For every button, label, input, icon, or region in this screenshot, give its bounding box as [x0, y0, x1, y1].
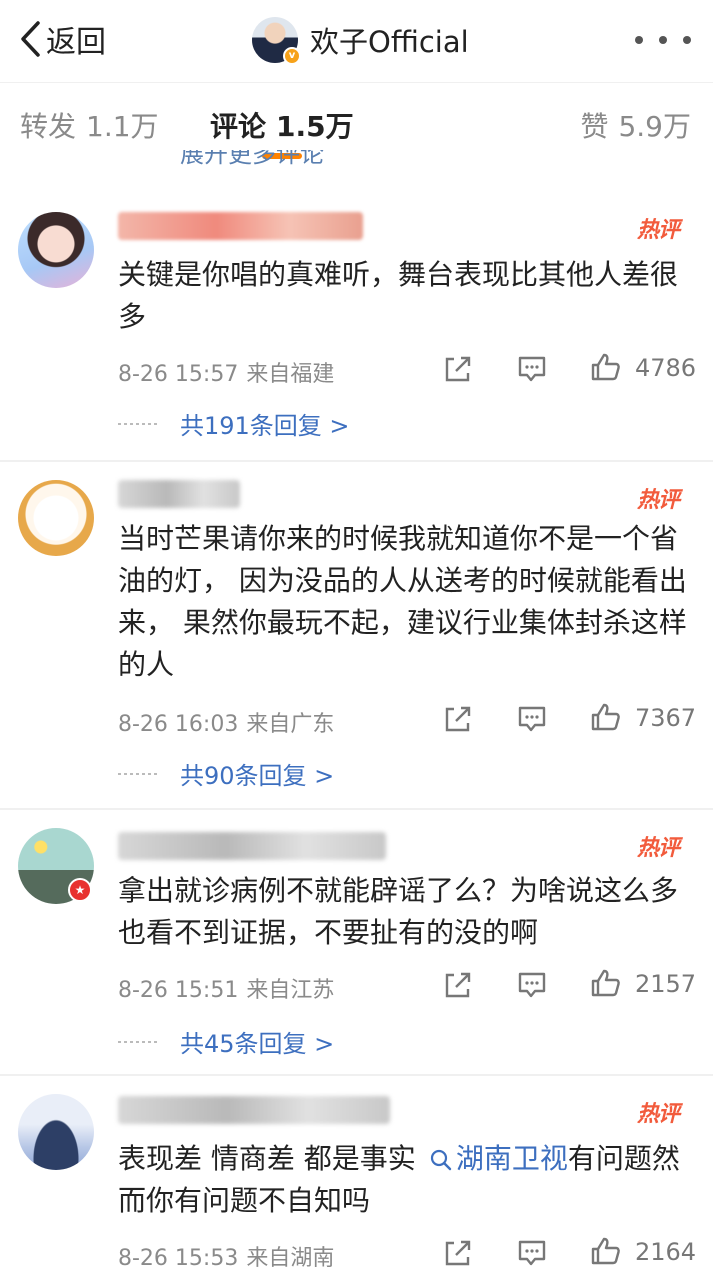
- account-name[interactable]: 欢子Official: [310, 19, 469, 61]
- hot-comment-badge: 热评: [636, 218, 680, 243]
- comment-meta: 8-26 15:53 来自湖南: [118, 1240, 334, 1272]
- tab-comment[interactable]: 评论 1.5万: [210, 105, 354, 145]
- expand-more-label: 展开更多评论: [180, 150, 324, 168]
- comment-text: 当时芒果请你来的时候我就知道你不是一个省油的灯， 因为没品的人从送考的时候就能看…: [118, 522, 687, 681]
- blurred-username[interactable]: [118, 480, 240, 508]
- comment-meta: 8-26 15:51 来自江苏: [118, 972, 334, 1004]
- comment-location: 来自广东: [246, 712, 335, 737]
- avatar[interactable]: [18, 212, 94, 288]
- topic-link[interactable]: 湖南卫视: [456, 1142, 568, 1175]
- comment-icon[interactable]: [516, 1238, 548, 1268]
- view-replies-link[interactable]: 共45条回复 >: [118, 1024, 334, 1059]
- comment-text: 表现差 情商差 都是事实 湖南卫视有问题然而你有问题不自知吗: [118, 1138, 698, 1222]
- blurred-username[interactable]: [118, 1096, 390, 1124]
- hot-comment-badge: 热评: [636, 836, 680, 861]
- thumbs-up-icon[interactable]: [590, 702, 622, 732]
- thumbs-up-icon[interactable]: [590, 352, 622, 382]
- replies-label: 共191条回复 >: [180, 412, 350, 440]
- view-replies-link[interactable]: 共90条回复 >: [118, 756, 334, 791]
- replies-label: 共90条回复 >: [180, 762, 335, 790]
- share-icon[interactable]: [442, 1238, 474, 1268]
- comment-meta: 8-26 15:57 来自福建: [118, 356, 334, 388]
- verified-v-icon: v: [283, 47, 301, 65]
- tab-like[interactable]: 赞 5.9万: [580, 105, 691, 145]
- tab-comment-label: 评论: [210, 110, 267, 143]
- comment-text: 拿出就诊病例不就能辟谣了么？为啥说这么多也看不到证据，不要扯有的没的啊: [118, 874, 679, 949]
- blurred-username[interactable]: [118, 832, 386, 860]
- like-count: 7367: [635, 704, 697, 732]
- more-dots-icon[interactable]: [635, 22, 691, 58]
- like-count: 2157: [635, 970, 697, 998]
- comment-item: 热评 关键是你唱的真难听，舞台表现比其他人差很多 8-26 15:57 来自福建 …: [0, 182, 713, 460]
- comment-item: 热评 当时芒果请你来的时候我就知道你不是一个省油的灯， 因为没品的人从送考的时候…: [0, 462, 713, 808]
- comment-text-before: 表现差 情商差 都是事实: [118, 1142, 416, 1175]
- comment-location: 来自福建: [246, 362, 335, 387]
- tab-comment-count: 1.5万: [276, 110, 354, 143]
- tab-like-label: 赞: [580, 110, 609, 143]
- comment-time: 8-26 15:51: [118, 978, 239, 1003]
- comment-item: 热评 表现差 情商差 都是事实 湖南卫视有问题然而你有问题不自知吗 8-26 15…: [0, 1076, 713, 1280]
- comment-meta: 8-26 16:03 来自广东: [118, 706, 334, 738]
- star-badge-icon: ★: [68, 878, 92, 902]
- thumbs-up-icon[interactable]: [590, 968, 622, 998]
- top-bar: 返回 v 欢子Official: [0, 0, 713, 82]
- back-button[interactable]: 返回: [18, 16, 106, 62]
- replies-label: 共45条回复 >: [180, 1030, 335, 1058]
- comment-text: 关键是你唱的真难听，舞台表现比其他人差很多: [118, 258, 679, 333]
- blurred-username[interactable]: [118, 212, 363, 240]
- tab-bar: 转发 1.1万 评论 1.5万 赞 5.9万: [0, 82, 713, 162]
- hot-comment-badge: 热评: [636, 488, 680, 513]
- account-avatar[interactable]: v: [252, 17, 301, 65]
- thumbs-up-icon[interactable]: [590, 1236, 622, 1266]
- tab-repost-count: 1.1万: [86, 110, 159, 143]
- like-count: 4786: [635, 354, 697, 382]
- comment-item: ★ 热评 拿出就诊病例不就能辟谣了么？为啥说这么多也看不到证据，不要扯有的没的啊…: [0, 810, 713, 1074]
- like-count: 2164: [635, 1238, 697, 1266]
- comment-icon[interactable]: [516, 704, 548, 734]
- expand-more-comments-link[interactable]: 展开更多评论: [180, 150, 324, 168]
- back-label: 返回: [46, 25, 106, 60]
- comment-location: 来自江苏: [246, 978, 335, 1003]
- comment-time: 8-26 15:53: [118, 1246, 239, 1271]
- tab-repost[interactable]: 转发 1.1万: [20, 105, 159, 145]
- chevron-left-icon: [21, 21, 40, 57]
- view-replies-link[interactable]: 共191条回复 >: [118, 406, 350, 441]
- avatar[interactable]: [18, 480, 94, 556]
- comment-time: 8-26 15:57: [118, 362, 239, 387]
- tab-repost-label: 转发: [20, 110, 77, 143]
- comment-time: 8-26 16:03: [118, 712, 239, 737]
- dotted-line: [118, 772, 160, 775]
- comment-location: 来自湖南: [246, 1246, 335, 1271]
- share-icon[interactable]: [442, 354, 474, 384]
- dotted-line: [118, 1040, 160, 1043]
- comment-icon[interactable]: [516, 354, 548, 384]
- tab-like-count: 5.9万: [618, 110, 691, 143]
- share-icon[interactable]: [442, 704, 474, 734]
- dotted-line: [118, 422, 160, 425]
- search-icon: [430, 1149, 452, 1171]
- share-icon[interactable]: [442, 970, 474, 1000]
- avatar[interactable]: [18, 1094, 94, 1170]
- account-header[interactable]: v 欢子Official: [252, 14, 469, 66]
- comment-icon[interactable]: [516, 970, 548, 1000]
- hot-comment-badge: 热评: [636, 1102, 680, 1127]
